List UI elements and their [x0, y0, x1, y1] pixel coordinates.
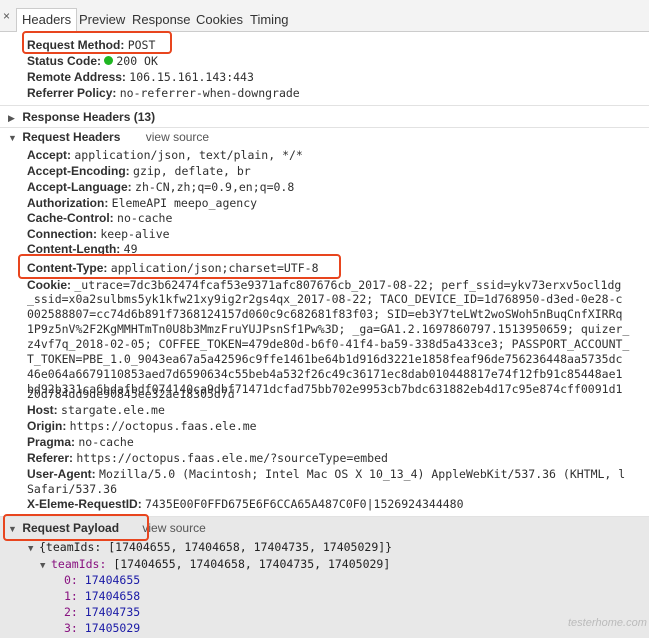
- general-status-code: Status Code: 200 OK: [27, 54, 158, 68]
- header-cookie: Cookie: _utrace=7dc3b62474fcaf53e9371afc…: [27, 278, 622, 292]
- tab-preview[interactable]: Preview: [79, 12, 125, 28]
- triangle-down-icon: ▼: [8, 133, 17, 143]
- triangle-right-icon: ▶: [8, 113, 15, 123]
- tab-headers[interactable]: Headers: [16, 8, 78, 32]
- user-agent-continuation: Safari/537.36: [27, 482, 118, 496]
- cookie-line: 002588807=cc74d6b891f7368124157d060c9c68…: [27, 307, 623, 321]
- header-accept-encoding: Accept-Encoding: gzip, deflate, br: [27, 164, 251, 178]
- header-x-eleme-requestid: X-Eleme-RequestID: 7435E00F0FFD675E6F6CC…: [27, 497, 464, 511]
- payload-array-item: 0: 17404655: [64, 573, 141, 587]
- header-user-agent: User-Agent: Mozilla/5.0 (Macintosh; Inte…: [27, 467, 626, 481]
- payload-array-item: 3: 17405029: [64, 621, 141, 635]
- payload-root-object[interactable]: ▼ {teamIds: [17404655, 17404658, 17404735…: [28, 540, 392, 557]
- triangle-down-icon: ▼: [40, 561, 46, 571]
- cookie-line: 1P9z5nV%2F2KgMMHTmTn0U8b3MmzFruYUJPsnSf1…: [27, 322, 630, 336]
- highlight-content-type: [18, 254, 341, 279]
- cookie-line: T_TOKEN=PBE_1.0_9043ea67a5a42596c9ffe146…: [27, 352, 623, 366]
- highlight-request-payload: [3, 514, 149, 541]
- payload-teamids-array[interactable]: ▼ teamIds: [17404655, 17404658, 17404735,…: [40, 557, 390, 574]
- highlight-request-method: [22, 31, 172, 54]
- cookie-line: _ssid=x0a2sulbms5yk1kfw21xy9ig2r2gs4qx_2…: [27, 292, 623, 306]
- header-origin: Origin: https://octopus.faas.ele.me: [27, 419, 257, 433]
- header-connection: Connection: keep-alive: [27, 227, 170, 241]
- header-accept-language: Accept-Language: zh-CN,zh;q=0.9,en;q=0.8: [27, 180, 295, 194]
- header-authorization: Authorization: ElemeAPI meepo_agency: [27, 196, 258, 210]
- response-headers-toggle[interactable]: ▶ Response Headers (13): [8, 110, 155, 126]
- section-divider: [0, 105, 649, 106]
- tab-cookies[interactable]: Cookies: [196, 12, 243, 28]
- payload-array-item: 1: 17404658: [64, 589, 141, 603]
- request-headers-toggle[interactable]: ▼ Request Headers view source: [8, 130, 209, 146]
- tab-timing[interactable]: Timing: [250, 12, 289, 28]
- general-referrer-policy: Referrer Policy: no-referrer-when-downgr…: [27, 86, 300, 100]
- payload-array-item: 2: 17404735: [64, 605, 141, 619]
- header-cache-control: Cache-Control: no-cache: [27, 211, 173, 225]
- header-accept: Accept: application/json, text/plain, */…: [27, 148, 303, 162]
- header-host: Host: stargate.ele.me: [27, 403, 165, 417]
- section-divider: [0, 127, 649, 128]
- view-source-link[interactable]: view source: [142, 521, 205, 535]
- tab-response[interactable]: Response: [132, 12, 191, 28]
- close-icon[interactable]: ×: [3, 9, 10, 23]
- cookie-line-last: 20d784dd9de90845ee32ae18305d7d: [27, 387, 235, 401]
- status-ok-icon: [104, 56, 114, 66]
- general-remote-address: Remote Address: 106.15.161.143:443: [27, 70, 254, 84]
- cookie-line: z4vf7q_2018-02-05; COFFEE_TOKEN=479de80d…: [27, 337, 630, 351]
- watermark: testerhome.com: [568, 617, 647, 629]
- header-referer: Referer: https://octopus.faas.ele.me/?so…: [27, 451, 388, 465]
- cookie-line: 46e064a6679110853aed7d6590634c55beb4a532…: [27, 367, 623, 381]
- devtools-tab-bar: × Headers Preview Response Cookies Timin…: [0, 0, 649, 32]
- view-source-link[interactable]: view source: [146, 130, 209, 144]
- header-pragma: Pragma: no-cache: [27, 435, 134, 449]
- triangle-down-icon: ▼: [28, 544, 34, 554]
